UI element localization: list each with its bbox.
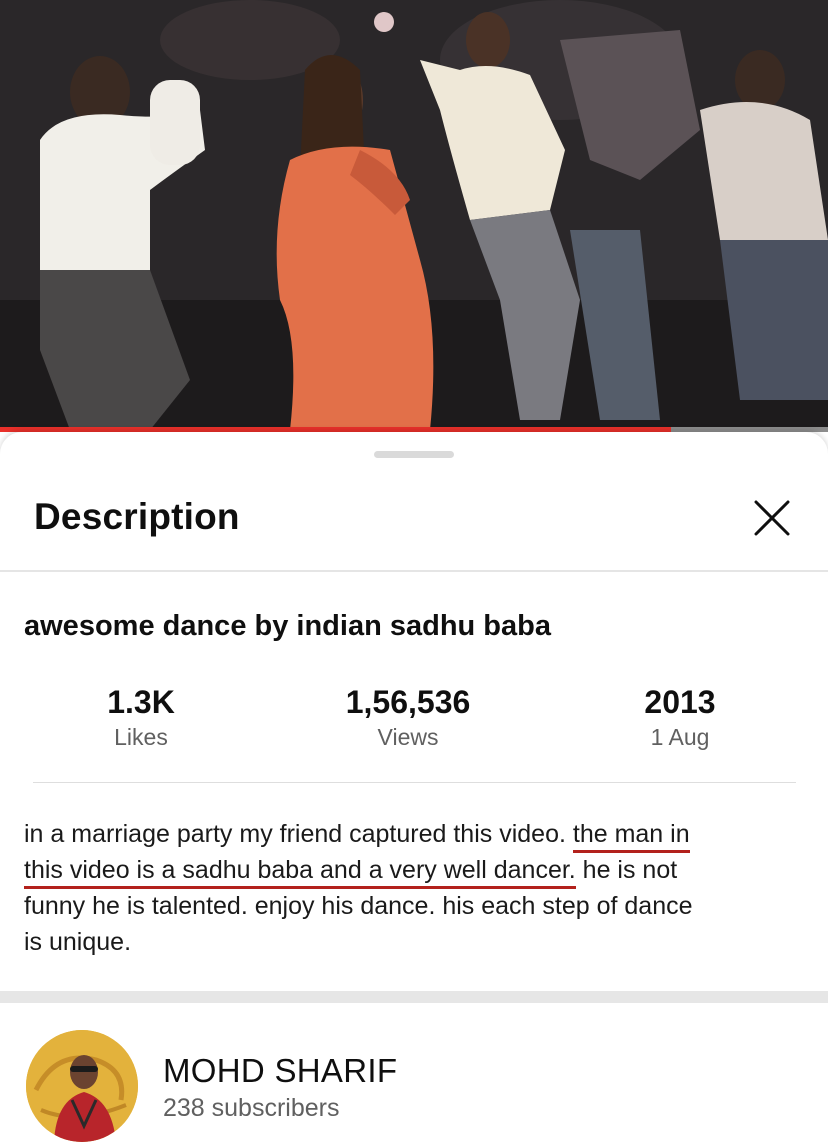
description-line: this video is a sadhu baba and a very we… — [24, 852, 814, 889]
description-line: is unique. — [24, 924, 814, 960]
description-line: in a marriage party my friend captured t… — [24, 816, 814, 853]
description-segment: he is not — [575, 856, 678, 884]
description-line: funny he is talented. enjoy his dance. h… — [24, 888, 814, 924]
description-text: in a marriage party my friend captured t… — [24, 816, 814, 960]
views-count: 1,56,536 — [345, 684, 471, 720]
annotation-underlined-text: this video is a sadhu baba and a very we… — [24, 856, 576, 889]
description-segment: funny he is talented. enjoy his dance. h… — [24, 892, 693, 920]
description-segment: in a marriage party my friend captured t… — [24, 820, 573, 848]
upload-year: 2013 — [644, 684, 716, 720]
upload-date: 1 Aug — [650, 724, 710, 750]
header-divider — [0, 570, 828, 572]
channel-name[interactable]: MOHD SHARIF — [163, 1052, 397, 1090]
video-title: awesome dance by indian sadhu baba — [24, 610, 551, 642]
likes-count: 1.3K — [107, 684, 175, 720]
stats-divider — [33, 782, 796, 783]
stat-likes: 1.3K Likes — [31, 682, 251, 752]
stat-views: 1,56,536 Views — [298, 682, 518, 752]
close-button[interactable] — [750, 496, 794, 540]
sheet-title: Description — [34, 496, 240, 537]
views-label: Views — [377, 724, 439, 750]
stat-date: 2013 1 Aug — [570, 682, 790, 752]
video-player[interactable] — [0, 0, 828, 432]
subscriber-count: 238 subscribers — [163, 1094, 340, 1122]
video-frame — [0, 0, 828, 432]
avatar-image — [26, 1030, 138, 1142]
annotation-underlined-text: the man in — [572, 820, 690, 853]
description-sheet: Description awesome dance by indian sadh… — [0, 432, 828, 1142]
channel-avatar[interactable] — [26, 1030, 138, 1142]
likes-label: Likes — [114, 724, 168, 750]
close-icon — [754, 500, 790, 536]
section-separator — [0, 991, 828, 1003]
description-segment: is unique. — [24, 928, 132, 956]
sheet-drag-handle[interactable] — [374, 451, 454, 458]
